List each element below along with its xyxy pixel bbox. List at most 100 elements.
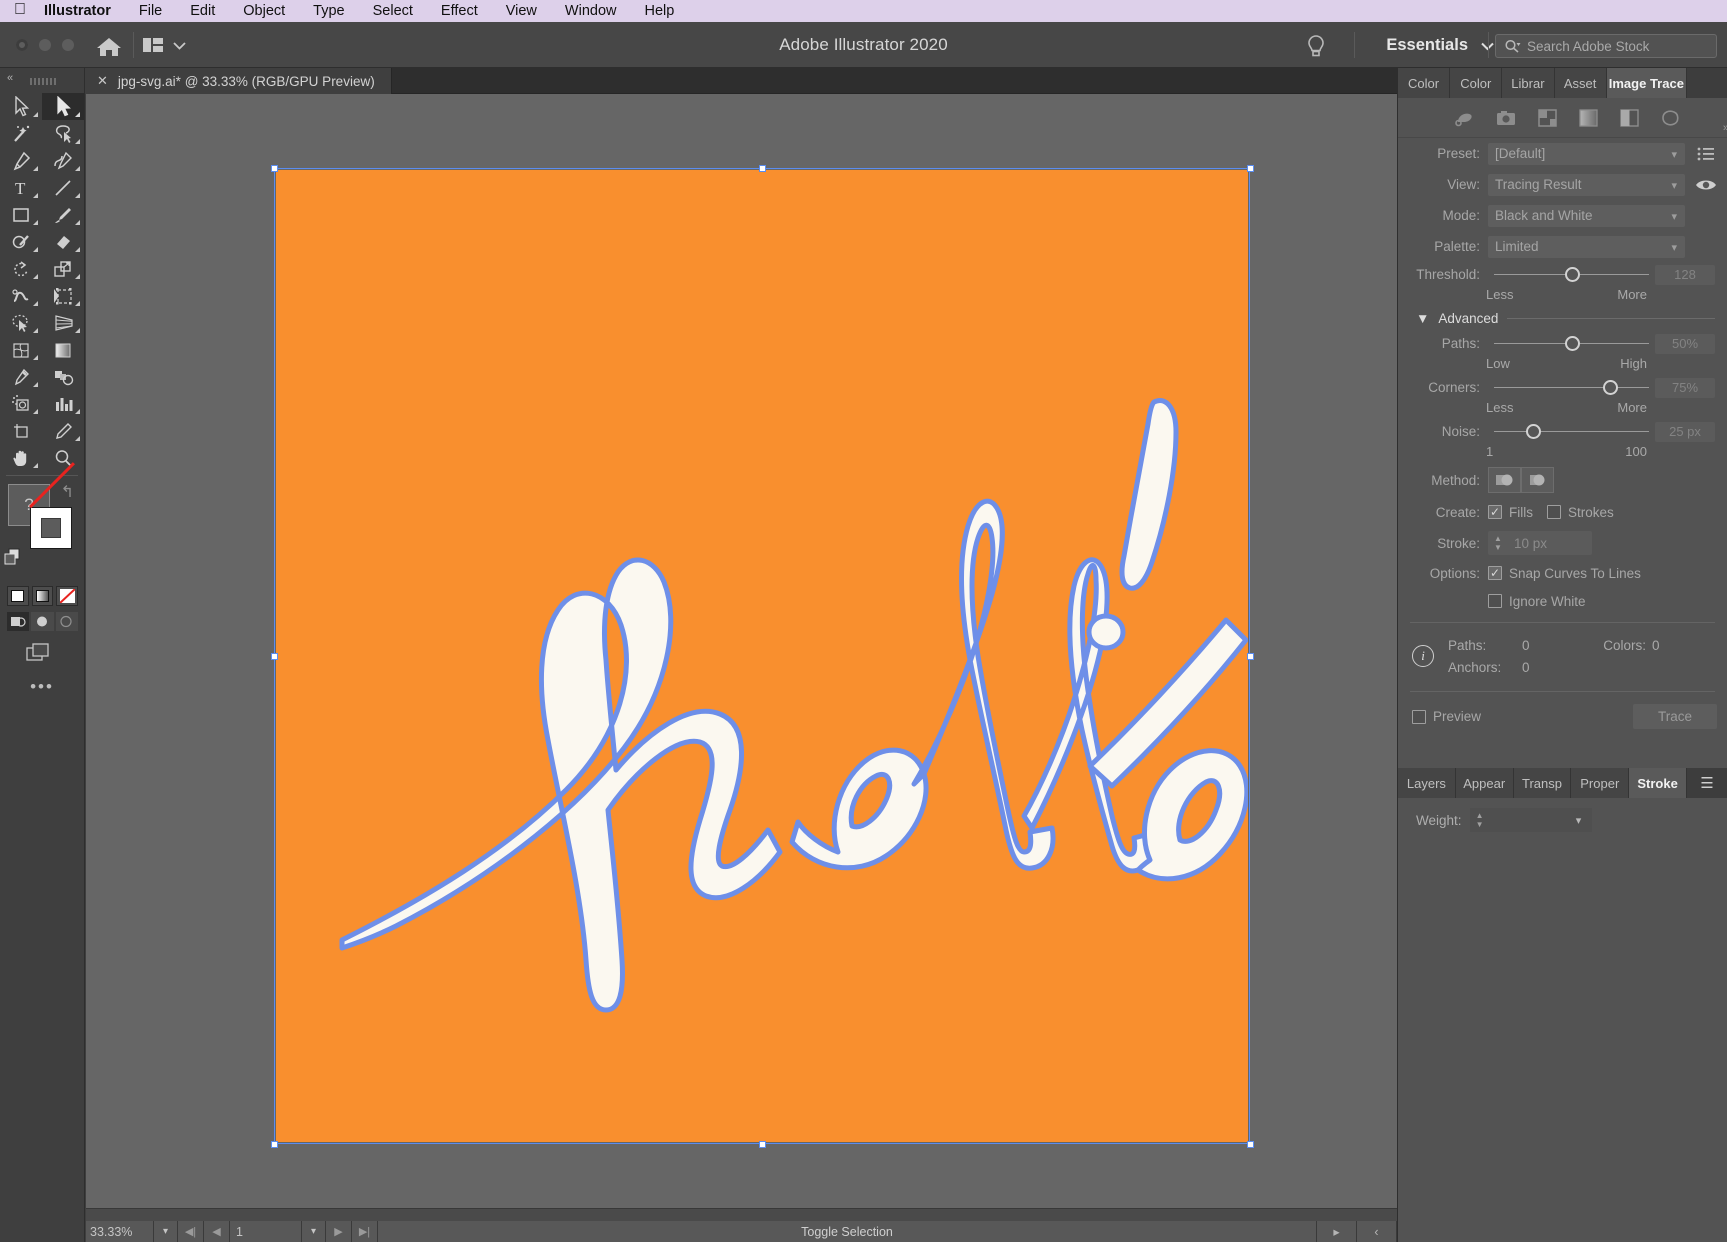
three-colors-icon[interactable] <box>1538 109 1557 127</box>
trace-button[interactable]: Trace <box>1633 704 1717 729</box>
eye-icon[interactable] <box>1685 178 1727 192</box>
stepper-icon[interactable]: ▲▼ <box>1488 534 1508 552</box>
rotate-tool[interactable] <box>0 255 42 282</box>
selection-handle[interactable] <box>1247 653 1254 660</box>
zoom-level-field[interactable]: 33.33% <box>86 1221 154 1242</box>
mesh-tool[interactable] <box>0 336 42 363</box>
close-icon[interactable]: ✕ <box>97 73 108 89</box>
high-fidelity-photo-icon[interactable] <box>1496 110 1516 126</box>
menu-item-window[interactable]: Window <box>551 3 631 19</box>
direct-selection-tool[interactable] <box>42 93 84 120</box>
noise-value[interactable]: 25 px <box>1655 422 1715 442</box>
stroke-weight-control[interactable]: ▲▼ ▾ <box>1470 808 1592 832</box>
eraser-tool[interactable] <box>42 228 84 255</box>
gradient-tool[interactable] <box>42 336 84 363</box>
tab-libraries[interactable]: Librar <box>1502 68 1554 98</box>
tools-panel-header[interactable]: « <box>0 68 84 90</box>
swap-fill-stroke-icon[interactable]: ↰ <box>61 482 74 502</box>
draw-behind-button[interactable] <box>31 612 53 631</box>
search-adobe-stock-field[interactable]: Search Adobe Stock <box>1495 34 1717 58</box>
previous-artboard-icon[interactable]: ◀ <box>204 1221 230 1242</box>
first-artboard-icon[interactable]: ◀| <box>178 1221 204 1242</box>
default-fill-stroke-icon[interactable] <box>4 548 24 566</box>
stroke-weight-input[interactable] <box>1490 808 1566 832</box>
last-artboard-icon[interactable]: ▶| <box>352 1221 378 1242</box>
triangle-down-icon[interactable]: ▼ <box>1416 311 1429 326</box>
auto-color-icon[interactable] <box>1454 109 1474 127</box>
status-text[interactable]: Toggle Selection <box>378 1221 1317 1242</box>
artboard[interactable] <box>276 170 1248 1142</box>
outline-icon[interactable] <box>1661 109 1680 127</box>
threshold-slider[interactable] <box>1494 264 1649 286</box>
menu-item-file[interactable]: File <box>125 3 176 19</box>
edit-toolbar-icon[interactable]: ••• <box>0 677 84 697</box>
preview-checkbox[interactable] <box>1412 710 1426 724</box>
menu-item-type[interactable]: Type <box>299 3 358 19</box>
tab-asset-export[interactable]: Asset <box>1555 68 1607 98</box>
menu-item-effect[interactable]: Effect <box>427 3 492 19</box>
symbol-sprayer-tool[interactable] <box>0 390 42 417</box>
chevron-down-icon[interactable]: ▾ <box>1566 808 1592 832</box>
gray-icon[interactable] <box>1579 109 1598 127</box>
line-segment-tool[interactable] <box>42 174 84 201</box>
tab-stroke[interactable]: Stroke <box>1629 768 1687 798</box>
draw-inside-button[interactable] <box>56 612 78 631</box>
menu-item-select[interactable]: Select <box>359 3 427 19</box>
curvature-tool[interactable] <box>42 147 84 174</box>
workspace-switcher[interactable]: Essentials <box>1386 36 1495 55</box>
tab-properties[interactable]: Proper <box>1571 768 1629 798</box>
width-tool[interactable] <box>0 282 42 309</box>
preset-menu-icon[interactable] <box>1685 147 1727 161</box>
hand-tool[interactable] <box>0 444 42 471</box>
panel-drag-grip[interactable] <box>30 78 56 85</box>
menu-item-illustrator[interactable]: Illustrator <box>44 3 125 19</box>
slider-knob[interactable] <box>1603 380 1618 395</box>
noise-slider[interactable] <box>1494 421 1649 443</box>
zoom-dropdown-icon[interactable]: ▾ <box>154 1221 178 1242</box>
tab-transparency[interactable]: Transp <box>1514 768 1572 798</box>
black-and-white-icon[interactable] <box>1620 109 1639 127</box>
artboard-dropdown-icon[interactable]: ▾ <box>302 1221 326 1242</box>
artboard-tool[interactable] <box>0 417 42 444</box>
slider-knob[interactable] <box>1526 424 1541 439</box>
preset-select[interactable]: [Default] ▾ <box>1488 143 1685 165</box>
lasso-tool[interactable] <box>42 120 84 147</box>
shape-builder-tool[interactable] <box>0 309 42 336</box>
paths-slider[interactable] <box>1494 333 1649 355</box>
panel-menu-icon[interactable]: ☰ <box>1700 776 1713 791</box>
tab-appearance[interactable]: Appear <box>1456 768 1514 798</box>
panel-menu-button[interactable]: ☰ <box>1687 768 1727 798</box>
expand-panels-icon[interactable]: » <box>1723 122 1727 134</box>
eyedropper-tool[interactable] <box>0 363 42 390</box>
lightbulb-icon[interactable] <box>1305 34 1327 58</box>
collapse-panel-icon[interactable]: « <box>7 72 12 84</box>
perspective-grid-tool[interactable] <box>42 309 84 336</box>
none-mode-button[interactable] <box>56 586 78 606</box>
strokes-checkbox[interactable] <box>1547 505 1561 519</box>
menu-item-help[interactable]: Help <box>630 3 688 19</box>
paintbrush-tool[interactable] <box>42 201 84 228</box>
view-select[interactable]: Tracing Result ▾ <box>1488 174 1685 196</box>
corners-value[interactable]: 75% <box>1655 378 1715 398</box>
stepper-icon[interactable]: ▲▼ <box>1470 808 1490 832</box>
menu-item-object[interactable]: Object <box>229 3 299 19</box>
slider-knob[interactable] <box>1565 336 1580 351</box>
selection-tool[interactable] <box>0 93 42 120</box>
next-artboard-icon[interactable]: ▶ <box>326 1221 352 1242</box>
document-tab[interactable]: ✕ jpg-svg.ai* @ 33.33% (RGB/GPU Preview) <box>86 68 392 94</box>
gradient-mode-button[interactable] <box>32 586 54 606</box>
threshold-value[interactable]: 128 <box>1655 265 1715 285</box>
apple-menu-icon[interactable]:  <box>14 2 26 18</box>
menu-item-view[interactable]: View <box>492 3 551 19</box>
stroke-width-field[interactable]: ▲▼ 10 px <box>1488 531 1592 555</box>
color-swatch-mode-button[interactable] <box>7 586 29 606</box>
stroke-swatch[interactable] <box>30 507 72 549</box>
fills-checkbox[interactable] <box>1488 505 1502 519</box>
snap-curves-checkbox[interactable] <box>1488 566 1502 580</box>
selection-handle[interactable] <box>759 1141 766 1148</box>
abutting-method-icon[interactable] <box>1488 467 1521 493</box>
selection-handle[interactable] <box>1247 1141 1254 1148</box>
menu-item-edit[interactable]: Edit <box>176 3 229 19</box>
canvas-area[interactable] <box>86 94 1397 1208</box>
draw-normal-button[interactable] <box>7 612 29 631</box>
